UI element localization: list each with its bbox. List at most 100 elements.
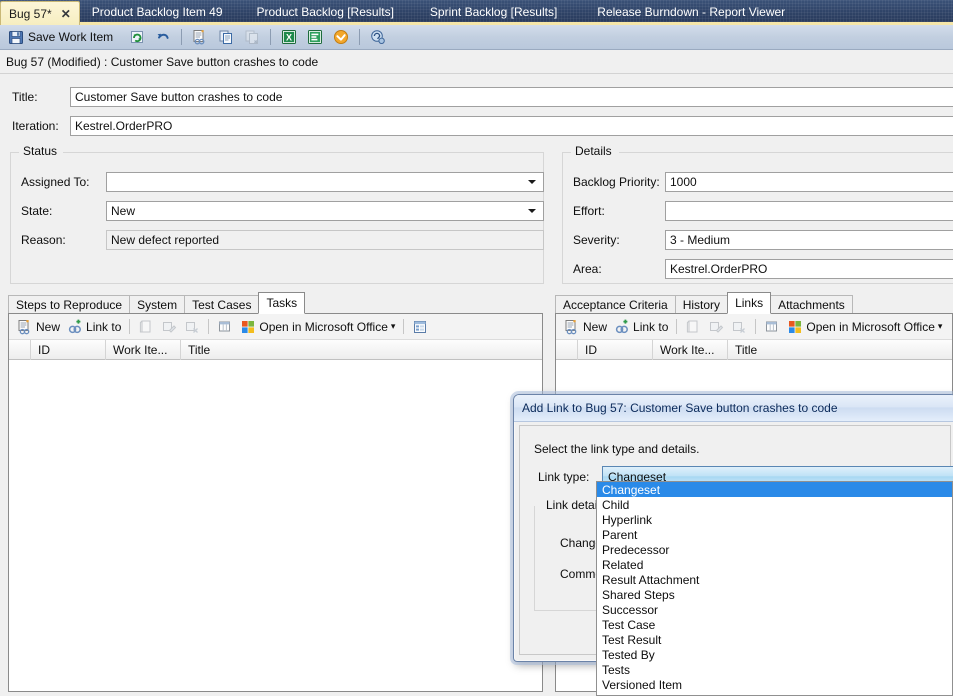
document-tab-product-backlog-item-49[interactable]: Product Backlog Item 49 — [80, 1, 233, 23]
grid-column-title[interactable]: Title — [728, 340, 952, 360]
undo-button[interactable] — [151, 27, 175, 48]
svg-text:X: X — [286, 33, 292, 43]
grid-column-work-item-type[interactable]: Work Ite... — [106, 339, 181, 360]
tab-history[interactable]: History — [674, 295, 729, 314]
title-label: Title: — [12, 90, 38, 104]
edit-link-button[interactable] — [705, 316, 727, 337]
link-to-button[interactable]: Link to — [64, 316, 124, 337]
microsoft-office-icon — [787, 319, 803, 335]
tab-test-cases[interactable]: Test Cases — [184, 295, 260, 314]
dropdown-option-versioned-item[interactable]: Versioned Item — [597, 677, 952, 692]
dropdown-option-tests[interactable]: Tests — [597, 662, 952, 677]
tab-links[interactable]: Links — [727, 292, 772, 314]
left-pane-tab-strip: Steps to Reproduce System Test Cases Tas… — [8, 292, 306, 314]
dropdown-option-label: Child — [602, 497, 630, 512]
title-field-row: Title: Customer Save button crashes to c… — [12, 87, 953, 107]
effort-input[interactable] — [665, 201, 953, 221]
grid-column-select[interactable] — [556, 339, 578, 360]
grid-column-title[interactable]: Title — [181, 340, 542, 360]
open-in-project-button[interactable] — [303, 27, 327, 48]
dropdown-option-child[interactable]: Child — [597, 497, 952, 512]
dropdown-option-tested-by[interactable]: Tested By — [597, 647, 952, 662]
chevron-down-icon[interactable]: ▾ — [938, 321, 943, 332]
work-item-editor-window: Bug 57* ✕ Product Backlog Item 49 Produc… — [0, 0, 953, 696]
dropdown-option-changeset[interactable]: Changeset — [597, 482, 952, 497]
work-item-options-button[interactable] — [366, 27, 390, 48]
backlog-priority-input[interactable]: 1000 — [665, 172, 953, 192]
link-settings-button[interactable] — [409, 316, 431, 337]
severity-input[interactable]: 3 - Medium — [665, 230, 953, 250]
new-linked-work-item-button[interactable] — [188, 27, 212, 48]
save-work-item-button[interactable]: Save Work Item — [4, 27, 117, 48]
copy-work-item-button[interactable] — [214, 27, 238, 48]
dropdown-option-hyperlink[interactable]: Hyperlink — [597, 512, 952, 527]
new-linked-work-item-icon — [17, 319, 33, 335]
new-link-button[interactable]: New — [561, 316, 610, 337]
dropdown-option-parent[interactable]: Parent — [597, 527, 952, 542]
microsoft-office-icon — [240, 319, 256, 335]
open-button[interactable] — [135, 316, 157, 337]
grid-column-id[interactable]: ID — [31, 339, 106, 360]
dropdown-option-successor[interactable]: Successor — [597, 602, 952, 617]
assigned-to-field-row: Assigned To: — [21, 172, 544, 192]
grid-column-work-item-type[interactable]: Work Ite... — [653, 339, 728, 360]
state-combo[interactable]: New — [106, 201, 544, 221]
dropdown-option-test-result[interactable]: Test Result — [597, 632, 952, 647]
dialog-instruction: Select the link type and details. — [534, 442, 700, 456]
dropdown-option-result-attachment[interactable]: Result Attachment — [597, 572, 952, 587]
tasks-toolbar: New Link to Open in Microsoft Office ▾ — [9, 314, 542, 340]
area-input[interactable]: Kestrel.OrderPRO — [665, 259, 953, 279]
open-in-microsoft-office-button[interactable]: Open in Microsoft Office ▾ — [237, 316, 398, 337]
chevron-down-icon — [528, 180, 536, 184]
document-tab-bug-57[interactable]: Bug 57* ✕ — [0, 1, 80, 25]
create-copy-button[interactable] — [240, 27, 264, 48]
open-in-microsoft-office-label: Open in Microsoft Office — [806, 319, 935, 334]
iteration-input[interactable]: Kestrel.OrderPRO — [70, 116, 953, 136]
tab-label: Attachments — [778, 297, 845, 312]
grid-column-select[interactable] — [9, 339, 31, 360]
tab-system[interactable]: System — [129, 295, 186, 314]
chevron-down-icon[interactable]: ▾ — [391, 321, 396, 332]
dropdown-option-related[interactable]: Related — [597, 557, 952, 572]
open-in-microsoft-office-button[interactable]: Open in Microsoft Office ▾ — [784, 316, 945, 337]
document-tab-sprint-backlog-results[interactable]: Sprint Backlog [Results] — [404, 1, 567, 23]
open-in-outlook-button[interactable] — [329, 27, 353, 48]
link-type-label: Link type: — [538, 470, 590, 484]
tab-steps-to-reproduce[interactable]: Steps to Reproduce — [8, 295, 131, 314]
dropdown-option-predecessor[interactable]: Predecessor — [597, 542, 952, 557]
document-tab-release-burndown-report-viewer[interactable]: Release Burndown - Report Viewer — [567, 1, 795, 23]
left-tab-pane: Steps to Reproduce System Test Cases Tas… — [8, 292, 543, 692]
tab-acceptance-criteria[interactable]: Acceptance Criteria — [555, 295, 676, 314]
open-in-excel-button[interactable]: X — [277, 27, 301, 48]
dropdown-option-test-case[interactable]: Test Case — [597, 617, 952, 632]
document-tab-product-backlog-results[interactable]: Product Backlog [Results] — [233, 1, 404, 23]
dropdown-option-shared-steps[interactable]: Shared Steps — [597, 587, 952, 602]
work-item-toolbar: Save Work Item X — [0, 25, 953, 50]
open-button[interactable] — [682, 316, 704, 337]
new-task-button[interactable]: New — [14, 316, 63, 337]
title-input[interactable]: Customer Save button crashes to code — [70, 87, 953, 107]
close-icon[interactable]: ✕ — [59, 8, 73, 20]
refresh-button[interactable] — [125, 27, 149, 48]
create-copy-icon — [244, 29, 260, 45]
dropdown-option-label: Parent — [602, 527, 638, 542]
link-type-dropdown-list[interactable]: Changeset Child Hyperlink Parent Predece… — [596, 481, 953, 696]
severity-field-row: Severity: 3 - Medium — [573, 230, 953, 250]
tab-attachments[interactable]: Attachments — [770, 295, 853, 314]
work-item-caption: Bug 57 (Modified) : Customer Save button… — [0, 50, 953, 74]
tab-label: History — [682, 297, 721, 312]
edit-link-button[interactable] — [158, 316, 180, 337]
column-options-button[interactable] — [214, 316, 236, 337]
state-value: New — [111, 204, 136, 218]
delete-link-button[interactable] — [181, 316, 203, 337]
tab-tasks[interactable]: Tasks — [258, 292, 306, 314]
column-options-button[interactable] — [761, 316, 783, 337]
toolbar-separator — [181, 29, 183, 45]
grid-column-id[interactable]: ID — [578, 339, 653, 360]
details-groupbox-title: Details — [571, 144, 616, 158]
assigned-to-combo[interactable] — [106, 172, 544, 192]
document-tab-strip: Bug 57* ✕ Product Backlog Item 49 Produc… — [0, 0, 953, 25]
delete-link-button[interactable] — [728, 316, 750, 337]
link-to-button[interactable]: Link to — [611, 316, 671, 337]
links-toolbar: New Link to Open in Microsoft Office ▾ — [556, 314, 952, 340]
